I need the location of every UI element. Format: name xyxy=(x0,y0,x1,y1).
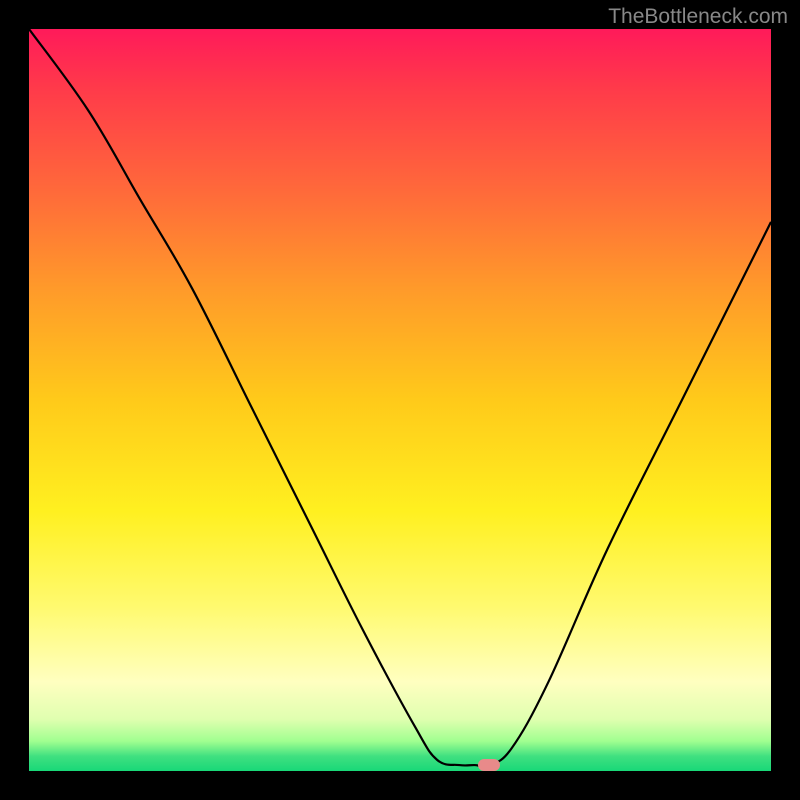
optimal-marker xyxy=(478,759,500,771)
bottleneck-curve xyxy=(29,29,771,766)
plot-area xyxy=(29,29,771,771)
curve-svg xyxy=(29,29,771,771)
watermark: TheBottleneck.com xyxy=(608,5,788,29)
